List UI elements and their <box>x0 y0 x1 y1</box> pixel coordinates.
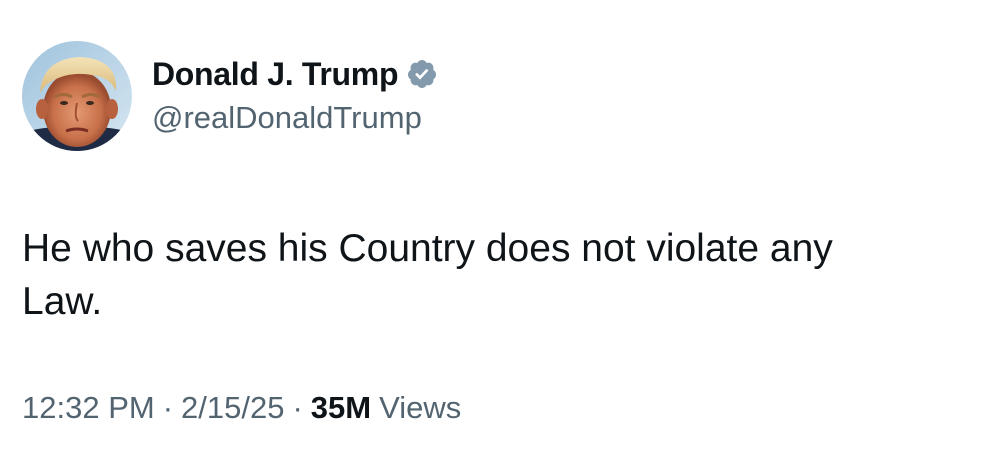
display-name[interactable]: Donald J. Trump <box>152 56 399 93</box>
verified-badge-icon[interactable] <box>406 58 438 90</box>
meta-separator: · <box>292 390 303 425</box>
tweet-meta: 12:32 PM · 2/15/25 · 35M Views <box>22 390 461 426</box>
tweet: Donald J. Trump @realDonaldTrump He who … <box>0 0 1000 450</box>
tweet-time[interactable]: 12:32 PM <box>22 390 155 426</box>
tweet-date[interactable]: 2/15/25 <box>181 390 284 426</box>
author-name-row: Donald J. Trump <box>152 52 438 96</box>
avatar[interactable] <box>22 41 132 151</box>
meta-separator: · <box>162 390 174 425</box>
tweet-text: He who saves his Country does not violat… <box>22 227 833 323</box>
author-handle[interactable]: @realDonaldTrump <box>152 100 422 136</box>
views-count[interactable]: 35M <box>311 390 371 426</box>
profile-photo <box>22 41 132 151</box>
views-label[interactable]: Views <box>379 390 461 426</box>
